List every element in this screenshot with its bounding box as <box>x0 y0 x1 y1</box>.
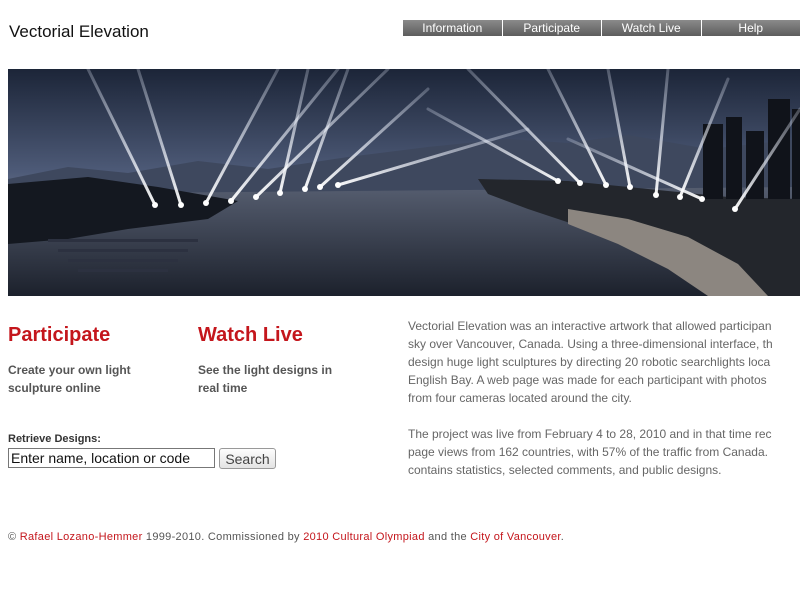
nav-information[interactable]: Information <box>403 20 503 36</box>
search-button[interactable]: Search <box>219 448 276 469</box>
participate-desc-line2: sculpture online <box>8 381 101 395</box>
nav-watch-live[interactable]: Watch Live <box>602 20 702 36</box>
city-link[interactable]: City of Vancouver <box>470 531 561 543</box>
about-p1-line2: sky over Vancouver, Canada. Using a thre… <box>408 337 773 351</box>
watch-live-desc-line1: See the light designs in <box>198 363 333 377</box>
artist-link[interactable]: Rafael Lozano-Hemmer <box>20 531 143 543</box>
about-p1-line4: English Bay. A web page was made for eac… <box>408 373 767 387</box>
nav-help[interactable]: Help <box>701 20 800 36</box>
top-navigation: Information Participate Watch Live Help <box>403 20 800 36</box>
about-p1-line5: from four cameras located around the cit… <box>408 391 632 405</box>
about-paragraph-2: The project was live from February 4 to … <box>408 425 800 479</box>
retrieve-designs-label: Retrieve Designs: <box>8 433 101 445</box>
about-p1-line1: Vectorial Elevation was an interactive a… <box>408 319 772 333</box>
about-p2-line1: The project was live from February 4 to … <box>408 427 772 441</box>
site-title: Vectorial Elevation <box>9 22 149 41</box>
footer-end: . <box>560 531 565 543</box>
search-input[interactable] <box>8 448 215 468</box>
about-p2-line2: page views from 162 countries, with 57% … <box>408 445 768 459</box>
participate-desc-line1: Create your own light <box>8 363 131 377</box>
footer-years: 1999-2010. Commissioned by <box>142 531 304 543</box>
watch-live-heading[interactable]: Watch Live <box>198 324 368 347</box>
olympiad-link[interactable]: 2010 Cultural Olympiad <box>303 531 425 543</box>
footer-and: and the <box>424 531 471 543</box>
participate-description: Create your own light sculpture online <box>8 361 178 397</box>
nav-participate[interactable]: Participate <box>502 20 602 36</box>
footer-copyright: © <box>8 531 20 543</box>
about-text: Vectorial Elevation was an interactive a… <box>408 317 800 497</box>
participate-heading[interactable]: Participate <box>8 324 178 347</box>
watch-live-section: Watch Live See the light designs in real… <box>198 324 368 397</box>
about-paragraph-1: Vectorial Elevation was an interactive a… <box>408 317 800 407</box>
watch-live-desc-line2: real time <box>198 381 248 395</box>
watch-live-description: See the light designs in real time <box>198 361 368 397</box>
participate-section: Participate Create your own light sculpt… <box>8 324 178 397</box>
about-p1-line3: design huge light sculptures by directin… <box>408 355 771 369</box>
about-p2-line3: contains statistics, selected comments, … <box>408 463 722 477</box>
hero-image <box>8 69 800 296</box>
footer: © Rafael Lozano-Hemmer 1999-2010. Commis… <box>8 531 564 543</box>
